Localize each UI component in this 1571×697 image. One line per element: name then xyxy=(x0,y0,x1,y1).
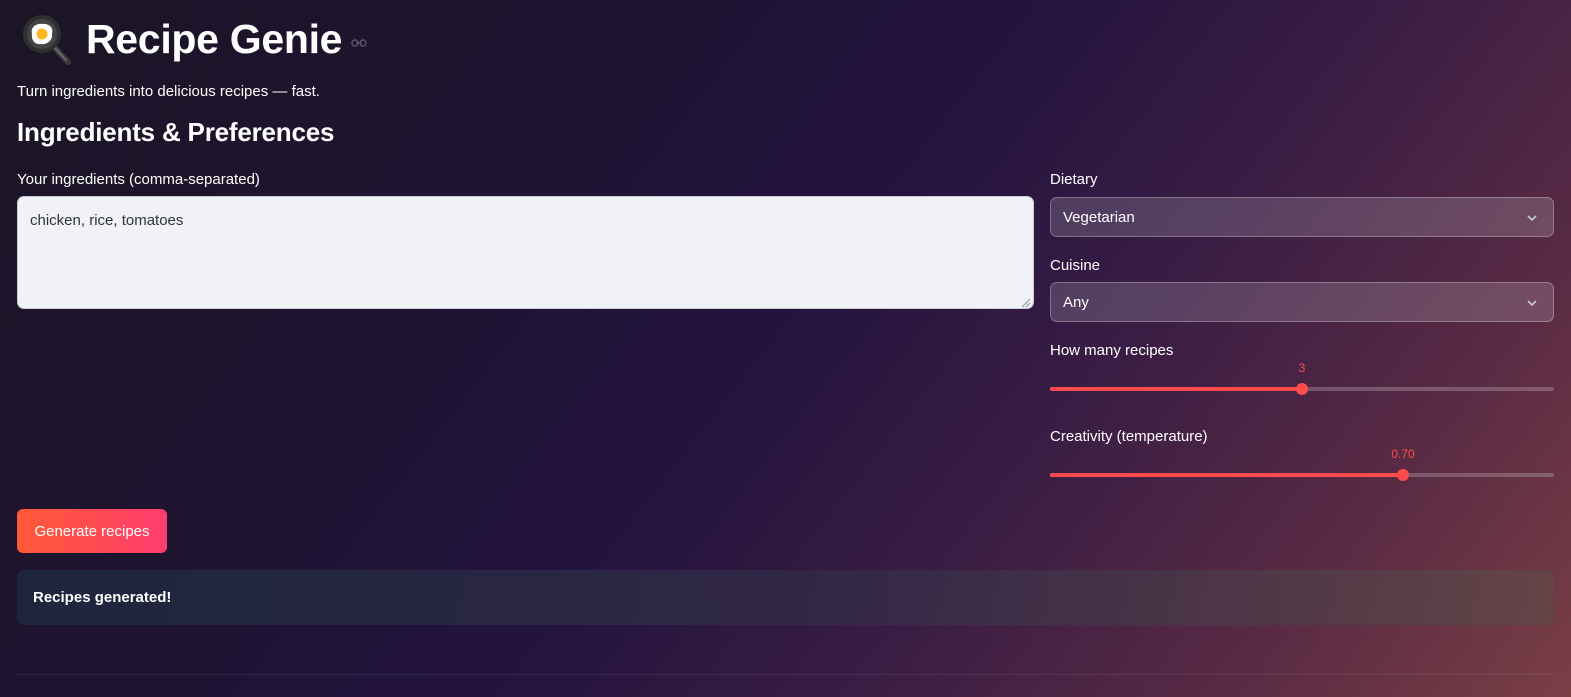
slider-thumb[interactable] xyxy=(1296,383,1308,395)
title-row: Recipe Genie xyxy=(20,12,367,66)
app-root: Recipe Genie Turn ingredients into delic… xyxy=(0,0,1571,697)
dietary-select[interactable]: Vegetarian xyxy=(1050,197,1554,237)
resize-handle-icon[interactable] xyxy=(1020,295,1031,308)
link-icon[interactable] xyxy=(351,37,367,51)
slider-fill xyxy=(1050,387,1302,391)
recipes-count-label: How many recipes xyxy=(1050,342,1174,359)
creativity-slider[interactable]: 0.70 xyxy=(1050,447,1554,494)
status-message: Recipes generated! xyxy=(33,589,172,606)
chevron-down-icon xyxy=(1525,296,1539,310)
slider-fill xyxy=(1050,473,1403,477)
app-title: Recipe Genie xyxy=(86,15,343,62)
frying-pan-icon xyxy=(20,12,74,66)
slider-value: 0.70 xyxy=(1391,447,1415,461)
slider-thumb[interactable] xyxy=(1397,469,1409,481)
recipes-count-slider[interactable]: 3 xyxy=(1050,361,1554,408)
ingredients-label: Your ingredients (comma-separated) xyxy=(17,171,260,188)
creativity-label: Creativity (temperature) xyxy=(1050,428,1208,445)
slider-value: 3 xyxy=(1298,361,1306,375)
dietary-label: Dietary xyxy=(1050,171,1098,188)
generate-recipes-button[interactable]: Generate recipes xyxy=(17,509,167,553)
ingredients-input[interactable]: chicken, rice, tomatoes xyxy=(17,196,1034,309)
app-subtitle: Turn ingredients into delicious recipes … xyxy=(17,83,320,100)
chevron-down-icon xyxy=(1525,211,1539,225)
cuisine-label: Cuisine xyxy=(1050,257,1101,274)
dietary-selected-value: Vegetarian xyxy=(1063,208,1135,226)
divider xyxy=(17,674,1554,675)
cuisine-select[interactable]: Any xyxy=(1050,282,1554,322)
success-alert: Recipes generated! xyxy=(17,570,1554,625)
cuisine-selected-value: Any xyxy=(1063,293,1089,311)
section-heading: Ingredients & Preferences xyxy=(17,117,335,147)
